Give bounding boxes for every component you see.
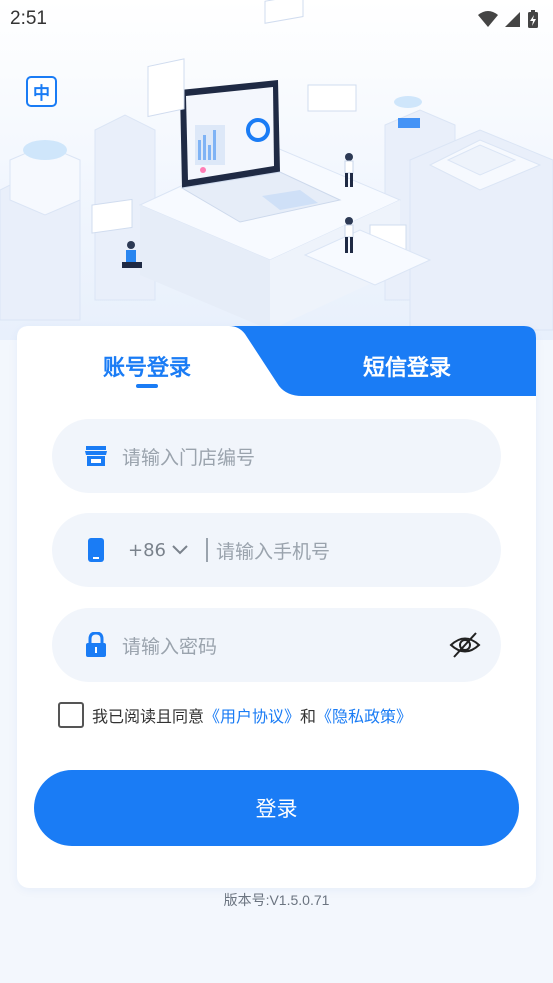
agreement-checkbox[interactable] [58, 702, 84, 728]
phone-icon [84, 538, 108, 562]
eye-off-icon[interactable] [449, 630, 481, 660]
status-bar: 2:51 [0, 0, 553, 38]
tab-sms-login[interactable]: 短信登录 [337, 350, 477, 382]
password-field[interactable]: 请输入密码 [52, 608, 501, 682]
battery-icon [528, 10, 538, 28]
phone-input[interactable]: 请输入手机号 [216, 537, 330, 564]
isometric-office-illustration [0, 0, 553, 331]
login-button[interactable]: 登录 [34, 770, 519, 846]
signal-icon [505, 12, 520, 27]
user-agreement-link[interactable]: 《用户协议》 [204, 703, 300, 727]
active-tab-indicator [136, 384, 158, 388]
login-tabs: 账号登录 短信登录 [17, 326, 536, 404]
agreement-and: 和 [300, 707, 317, 726]
status-time: 2:51 [10, 8, 47, 29]
language-toggle-button[interactable]: 中 [26, 76, 57, 107]
status-icons [477, 9, 539, 29]
privacy-policy-link[interactable]: 《隐私政策》 [316, 703, 412, 727]
login-card: 账号登录 短信登录 请输入门店编号 +86 请输入手机号 请输入密码 我已阅读且… [17, 326, 536, 888]
phone-field[interactable]: +86 请输入手机号 [52, 513, 501, 587]
agreement-prefix: 我已阅读且同意 [92, 707, 205, 726]
country-code-selector[interactable]: +86 [128, 540, 188, 561]
password-input[interactable]: 请输入密码 [122, 632, 217, 659]
lock-icon [84, 632, 108, 657]
wifi-icon [478, 11, 498, 27]
hero-illustration [0, 0, 553, 340]
store-number-field[interactable]: 请输入门店编号 [52, 419, 501, 493]
country-code-label: +86 [128, 539, 166, 561]
input-divider [206, 538, 208, 562]
tab-account-login[interactable]: 账号登录 [77, 350, 217, 382]
chevron-down-icon [172, 545, 188, 555]
agreement-row: 我已阅读且同意 《用户协议》 和 《隐私政策》 [58, 702, 412, 728]
store-number-input[interactable]: 请输入门店编号 [122, 443, 255, 470]
version-label: 版本号:V1.5.0.71 [223, 892, 330, 908]
store-icon [84, 444, 108, 468]
